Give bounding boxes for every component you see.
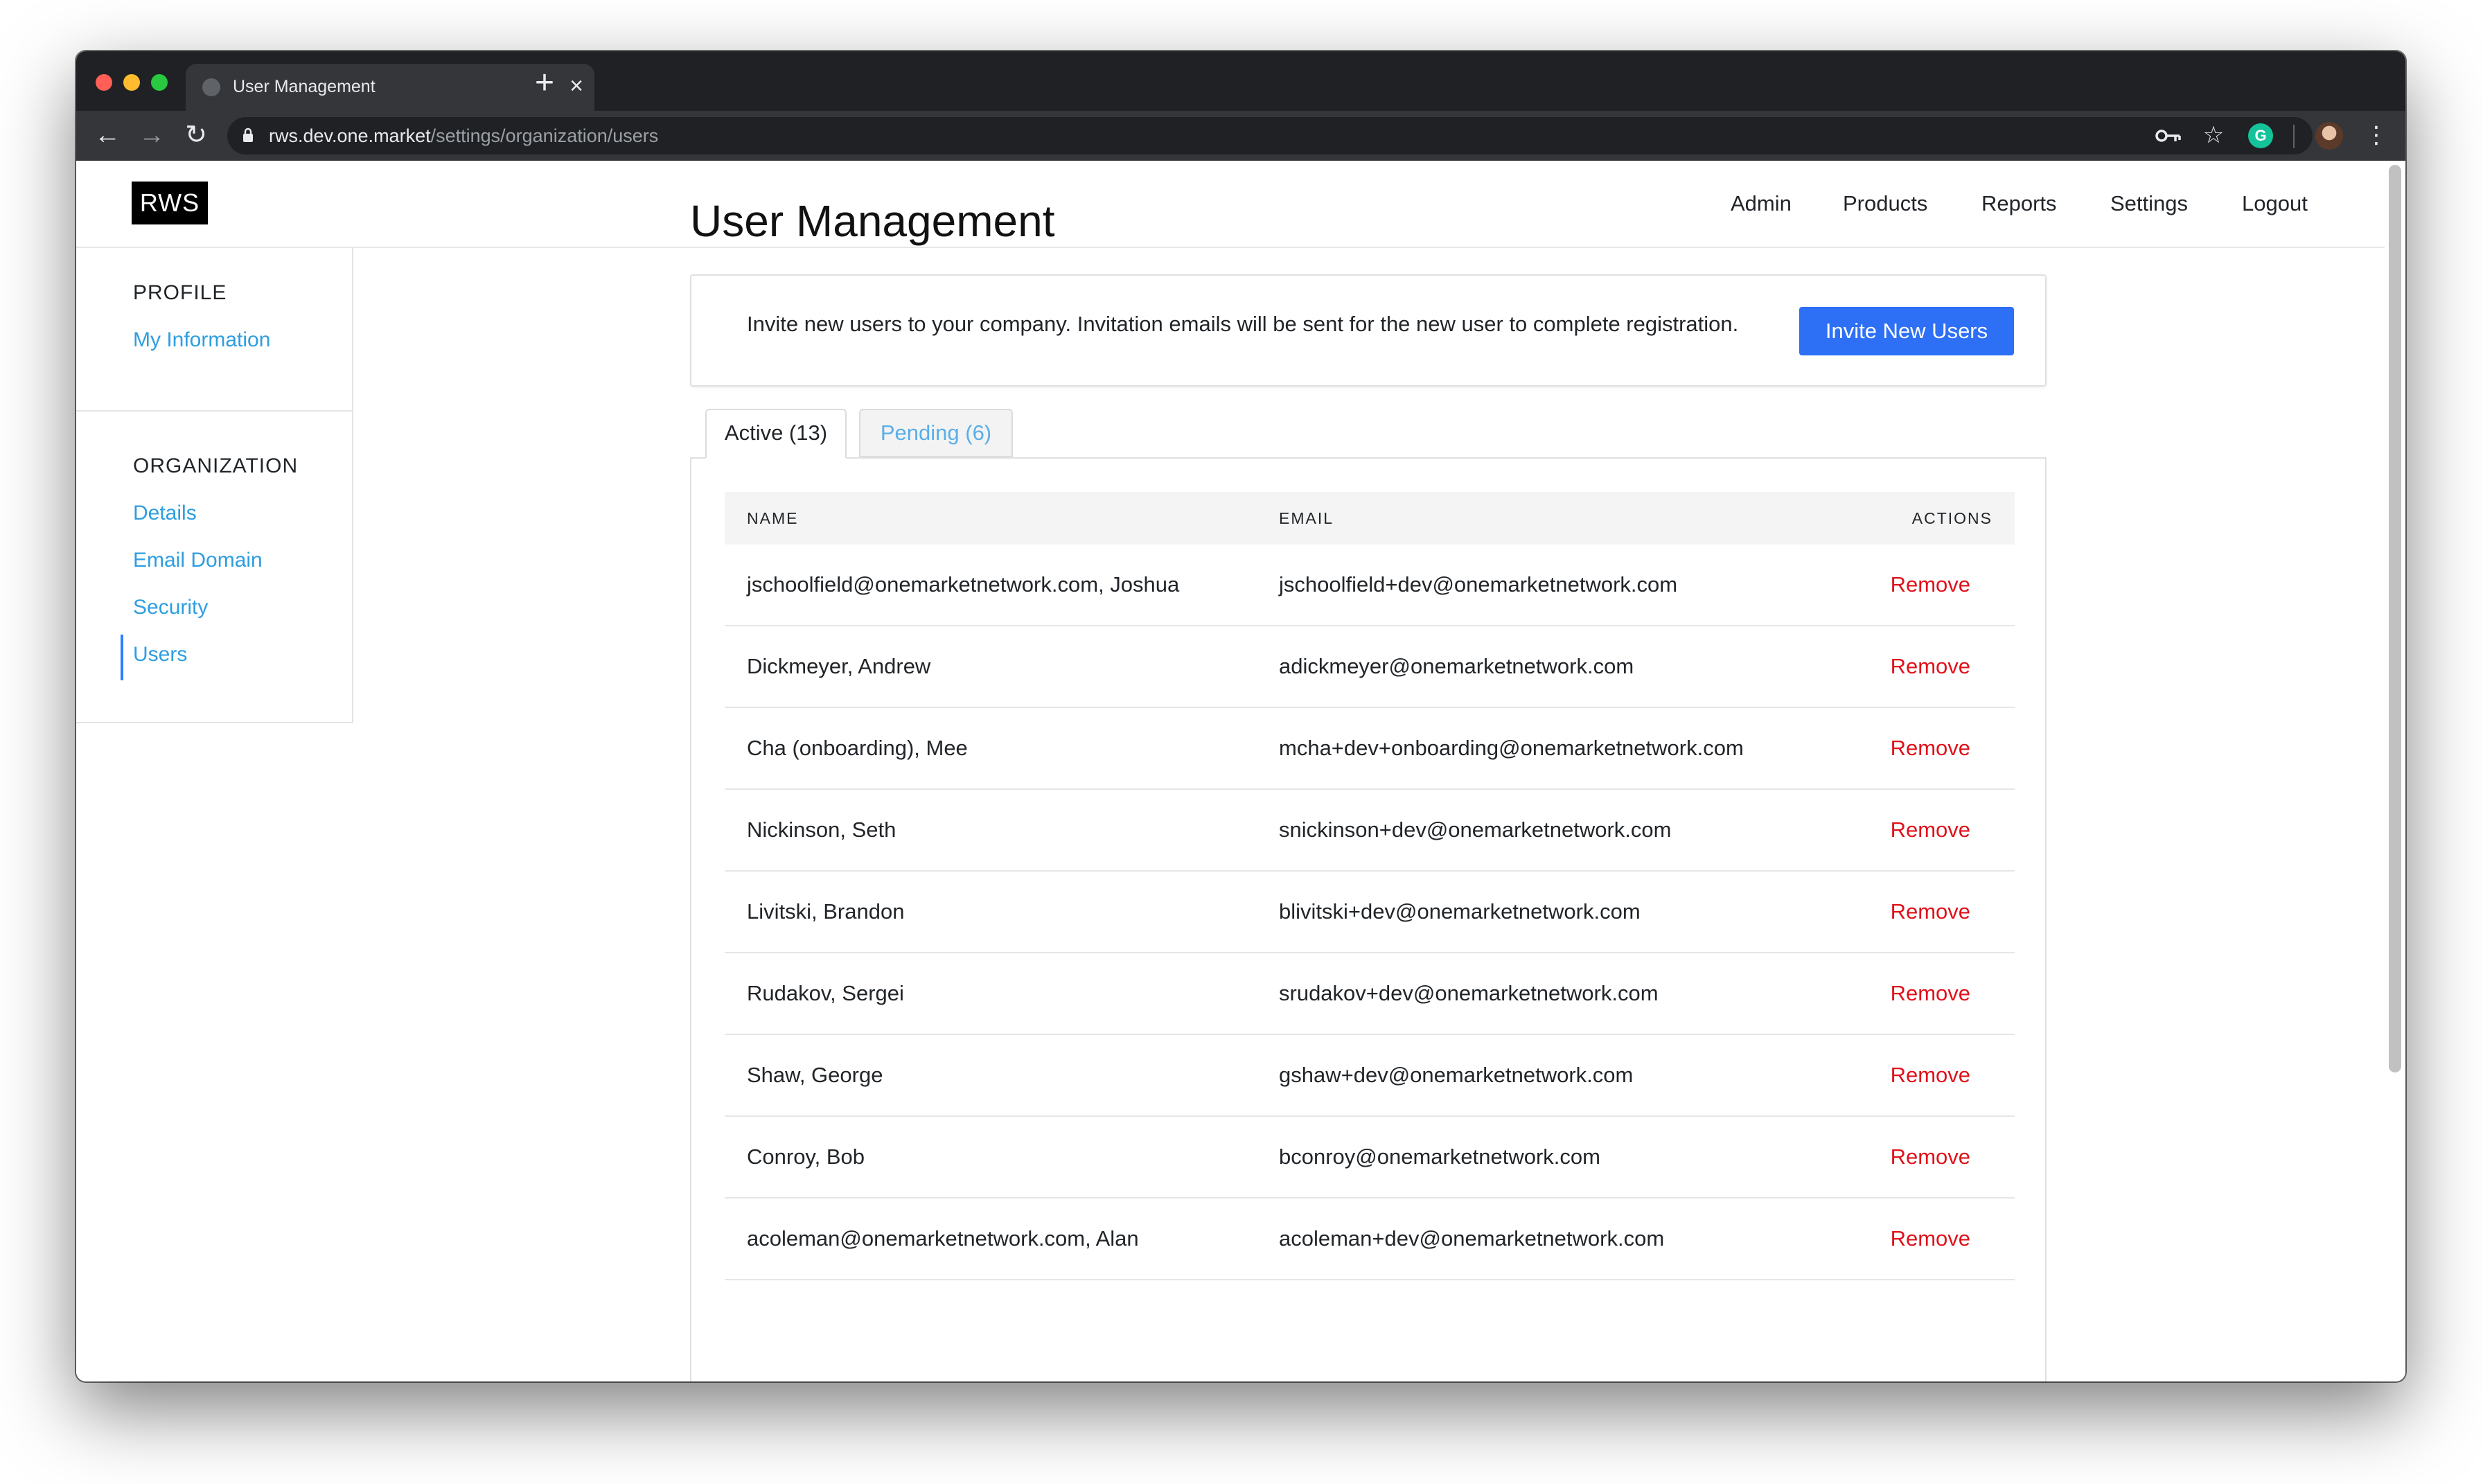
column-header-actions: ACTIONS [1911, 509, 1992, 527]
profile-avatar[interactable] [2315, 122, 2343, 150]
page-scrollbar[interactable] [2389, 165, 2401, 1072]
key-icon[interactable] [2155, 126, 2182, 145]
remove-user-button[interactable]: Remove [1891, 572, 1970, 597]
browser-toolbar: ← → ↻ rws.dev.one.market/settings/organi… [76, 111, 2405, 161]
remove-user-button[interactable]: Remove [1891, 818, 1970, 842]
user-email-cell: jschoolfield+dev@onemarketnetwork.com [1257, 545, 1811, 626]
lock-icon [243, 127, 253, 142]
table-row: Nickinson, Seth snickinson+dev@onemarket… [725, 789, 2015, 872]
browser-tab[interactable]: User Management × [186, 64, 594, 111]
bookmark-star-icon[interactable]: ☆ [2196, 118, 2231, 152]
remove-user-button[interactable]: Remove [1891, 899, 1970, 924]
user-email-cell: bconroy@onemarketnetwork.com [1257, 1116, 1811, 1199]
url-path: /settings/organization/users [430, 125, 659, 146]
sidebar-heading-organization: ORGANIZATION [133, 454, 299, 477]
page-title: User Management [690, 196, 1055, 246]
close-window-button[interactable] [96, 74, 112, 91]
users-table: NAME EMAIL ACTIONS jschoolfield@onemarke… [725, 492, 2015, 1280]
sidebar-active-indicator [121, 635, 123, 680]
maximize-window-button[interactable] [151, 74, 168, 91]
users-table-panel: NAME EMAIL ACTIONS jschoolfield@onemarke… [690, 457, 2047, 1381]
user-name-cell: Nickinson, Seth [725, 789, 1257, 872]
toolbar-divider [2293, 125, 2295, 148]
remove-user-button[interactable]: Remove [1891, 1226, 1970, 1251]
browser-tab-title: User Management [233, 77, 375, 96]
remove-user-button[interactable]: Remove [1891, 1063, 1970, 1087]
globe-icon [202, 78, 220, 96]
user-email-cell: acoleman+dev@onemarketnetwork.com [1257, 1198, 1811, 1280]
table-row: Livitski, Brandon blivitski+dev@onemarke… [725, 871, 2015, 953]
nav-settings[interactable]: Settings [2110, 191, 2188, 216]
url-text: rws.dev.one.market/settings/organization… [269, 125, 658, 147]
grammarly-extension-icon[interactable]: G [2248, 123, 2273, 148]
column-header-email: EMAIL [1279, 509, 1334, 527]
remove-user-button[interactable]: Remove [1891, 736, 1970, 760]
user-email-cell: srudakov+dev@onemarketnetwork.com [1257, 953, 1811, 1035]
more-menu-icon[interactable]: ⋮ [2359, 118, 2394, 152]
sidebar-item-my-information[interactable]: My Information [133, 328, 270, 352]
table-row: jschoolfield@onemarketnetwork.com, Joshu… [725, 545, 2015, 626]
back-arrow-icon[interactable]: ← [90, 118, 125, 152]
nav-reports[interactable]: Reports [1981, 191, 2057, 216]
browser-window: User Management × + ← → ↻ rws.dev.one.ma… [76, 51, 2405, 1381]
user-name-cell: acoleman@onemarketnetwork.com, Alan [725, 1198, 1257, 1280]
top-navbar: RWS Admin Products Reports Settings Logo… [76, 161, 2385, 248]
table-row: Shaw, George gshaw+dev@onemarketnetwork.… [725, 1034, 2015, 1117]
sidebar-heading-profile: PROFILE [133, 281, 227, 304]
table-row: Rudakov, Sergei srudakov+dev@onemarketne… [725, 953, 2015, 1035]
sidebar-item-details[interactable]: Details [133, 502, 197, 525]
user-name-cell: Rudakov, Sergei [725, 953, 1257, 1035]
rws-logo[interactable]: RWS [132, 182, 208, 224]
user-name-cell: Shaw, George [725, 1034, 1257, 1117]
sidebar-item-email-domain[interactable]: Email Domain [133, 549, 263, 572]
minimize-window-button[interactable] [123, 74, 140, 91]
table-row: acoleman@onemarketnetwork.com, Alan acol… [725, 1198, 2015, 1280]
nav-logout[interactable]: Logout [2242, 191, 2308, 216]
url-host: rws.dev.one.market [269, 125, 431, 146]
tab-active-users[interactable]: Active (13) [705, 409, 847, 459]
settings-sidebar: PROFILE My Information ORGANIZATION Deta… [76, 247, 353, 723]
forward-arrow-icon[interactable]: → [134, 118, 169, 152]
user-name-cell: jschoolfield@onemarketnetwork.com, Joshu… [725, 545, 1257, 626]
browser-tab-strip: User Management × + [76, 51, 2405, 111]
invite-description: Invite new users to your company. Invita… [747, 312, 1739, 336]
table-row: Cha (onboarding), Mee mcha+dev+onboardin… [725, 707, 2015, 790]
table-header-row: NAME EMAIL ACTIONS [725, 492, 2015, 545]
sidebar-divider [76, 410, 352, 412]
user-name-cell: Dickmeyer, Andrew [725, 626, 1257, 708]
sidebar-item-users[interactable]: Users [133, 643, 187, 666]
user-email-cell: blivitski+dev@onemarketnetwork.com [1257, 871, 1811, 953]
column-header-name: NAME [747, 509, 799, 527]
user-name-cell: Conroy, Bob [725, 1116, 1257, 1199]
user-email-cell: adickmeyer@onemarketnetwork.com [1257, 626, 1811, 708]
tab-pending-users[interactable]: Pending (6) [859, 409, 1013, 457]
address-bar[interactable]: rws.dev.one.market/settings/organization… [227, 117, 2313, 154]
table-row: Conroy, Bob bconroy@onemarketnetwork.com… [725, 1116, 2015, 1199]
user-email-cell: snickinson+dev@onemarketnetwork.com [1257, 789, 1811, 872]
invite-new-users-button[interactable]: Invite New Users [1799, 307, 2014, 355]
invite-panel: Invite new users to your company. Invita… [690, 274, 2047, 387]
table-row: Dickmeyer, Andrew adickmeyer@onemarketne… [725, 626, 2015, 708]
remove-user-button[interactable]: Remove [1891, 981, 1970, 1005]
nav-products[interactable]: Products [1843, 191, 1927, 216]
remove-user-button[interactable]: Remove [1891, 1145, 1970, 1169]
user-email-cell: mcha+dev+onboarding@onemarketnetwork.com [1257, 707, 1811, 790]
close-tab-icon[interactable]: × [569, 72, 583, 100]
nav-admin[interactable]: Admin [1731, 191, 1792, 216]
reload-icon[interactable]: ↻ [179, 118, 213, 152]
web-page: RWS Admin Products Reports Settings Logo… [76, 161, 2405, 1381]
new-tab-button[interactable]: + [535, 67, 554, 100]
sidebar-item-security[interactable]: Security [133, 596, 208, 619]
user-name-cell: Livitski, Brandon [725, 871, 1257, 953]
user-email-cell: gshaw+dev@onemarketnetwork.com [1257, 1034, 1811, 1117]
user-name-cell: Cha (onboarding), Mee [725, 707, 1257, 790]
remove-user-button[interactable]: Remove [1891, 654, 1970, 678]
